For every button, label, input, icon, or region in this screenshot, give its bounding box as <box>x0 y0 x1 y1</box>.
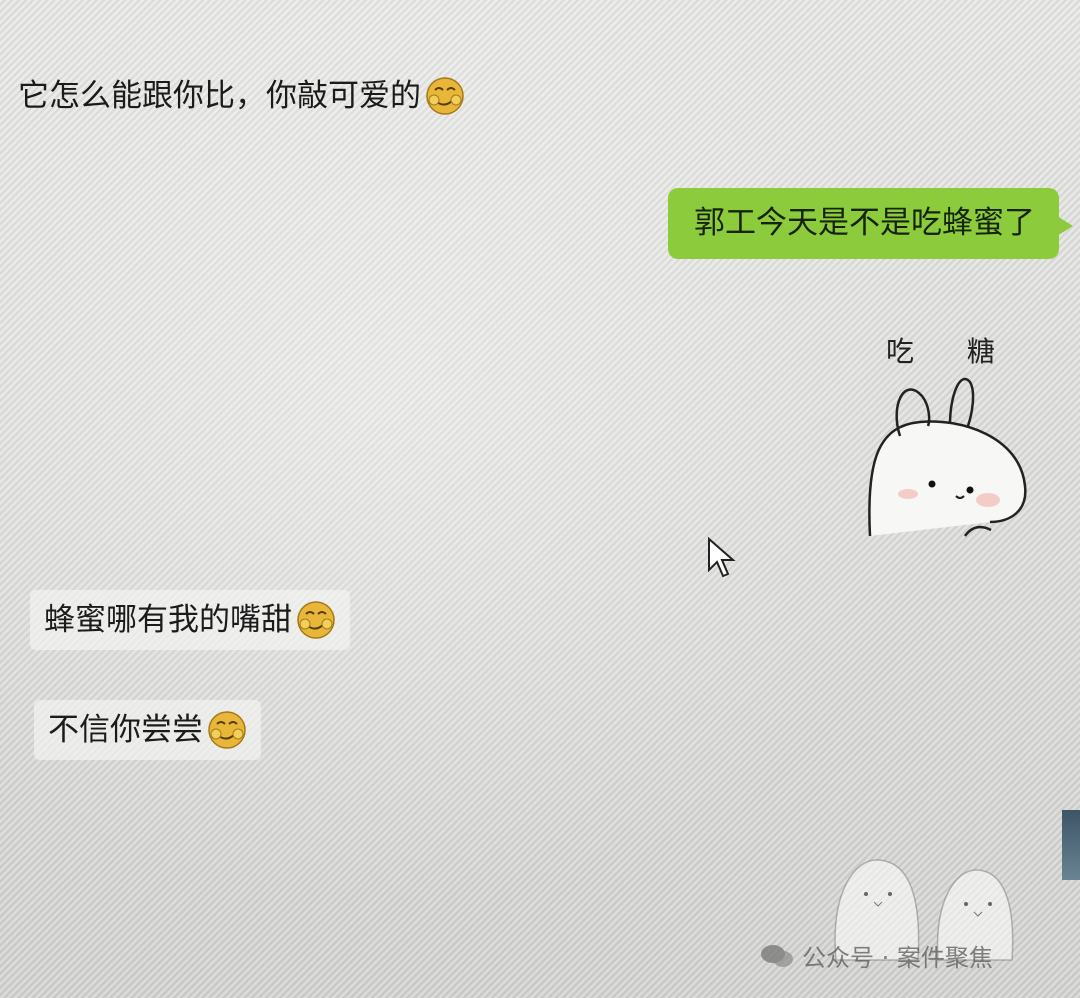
message-bubble-outgoing[interactable]: 郭工今天是不是吃蜂蜜了 <box>668 188 1073 259</box>
message-text: 不信你尝尝 <box>48 711 203 748</box>
smirk-emoji-icon <box>297 601 335 639</box>
message-text: 蜂蜜哪有我的嘴甜 <box>44 601 292 638</box>
message-bubble-incoming-3[interactable]: 不信你尝尝 <box>34 700 261 760</box>
message-text: 它怎么能跟你比，你敲可爱的 <box>18 77 421 114</box>
watermark: 公众号 · 案件聚焦 <box>760 938 993 973</box>
message-bubble-incoming-2[interactable]: 蜂蜜哪有我的嘴甜 <box>30 590 350 650</box>
message-bubble-incoming-1[interactable]: 它怎么能跟你比，你敲可爱的 <box>18 76 465 116</box>
wechat-icon <box>761 944 793 967</box>
rabbit-sticker-icon[interactable] <box>860 326 1040 546</box>
message-text: 郭工今天是不是吃蜂蜜了 <box>694 205 1035 241</box>
smirk-emoji-icon <box>208 711 246 749</box>
window-edge <box>1062 810 1080 880</box>
watermark-text: 公众号 · 案件聚焦 <box>802 944 993 972</box>
mouse-cursor-icon <box>708 536 736 578</box>
smirk-emoji-icon <box>426 77 464 115</box>
